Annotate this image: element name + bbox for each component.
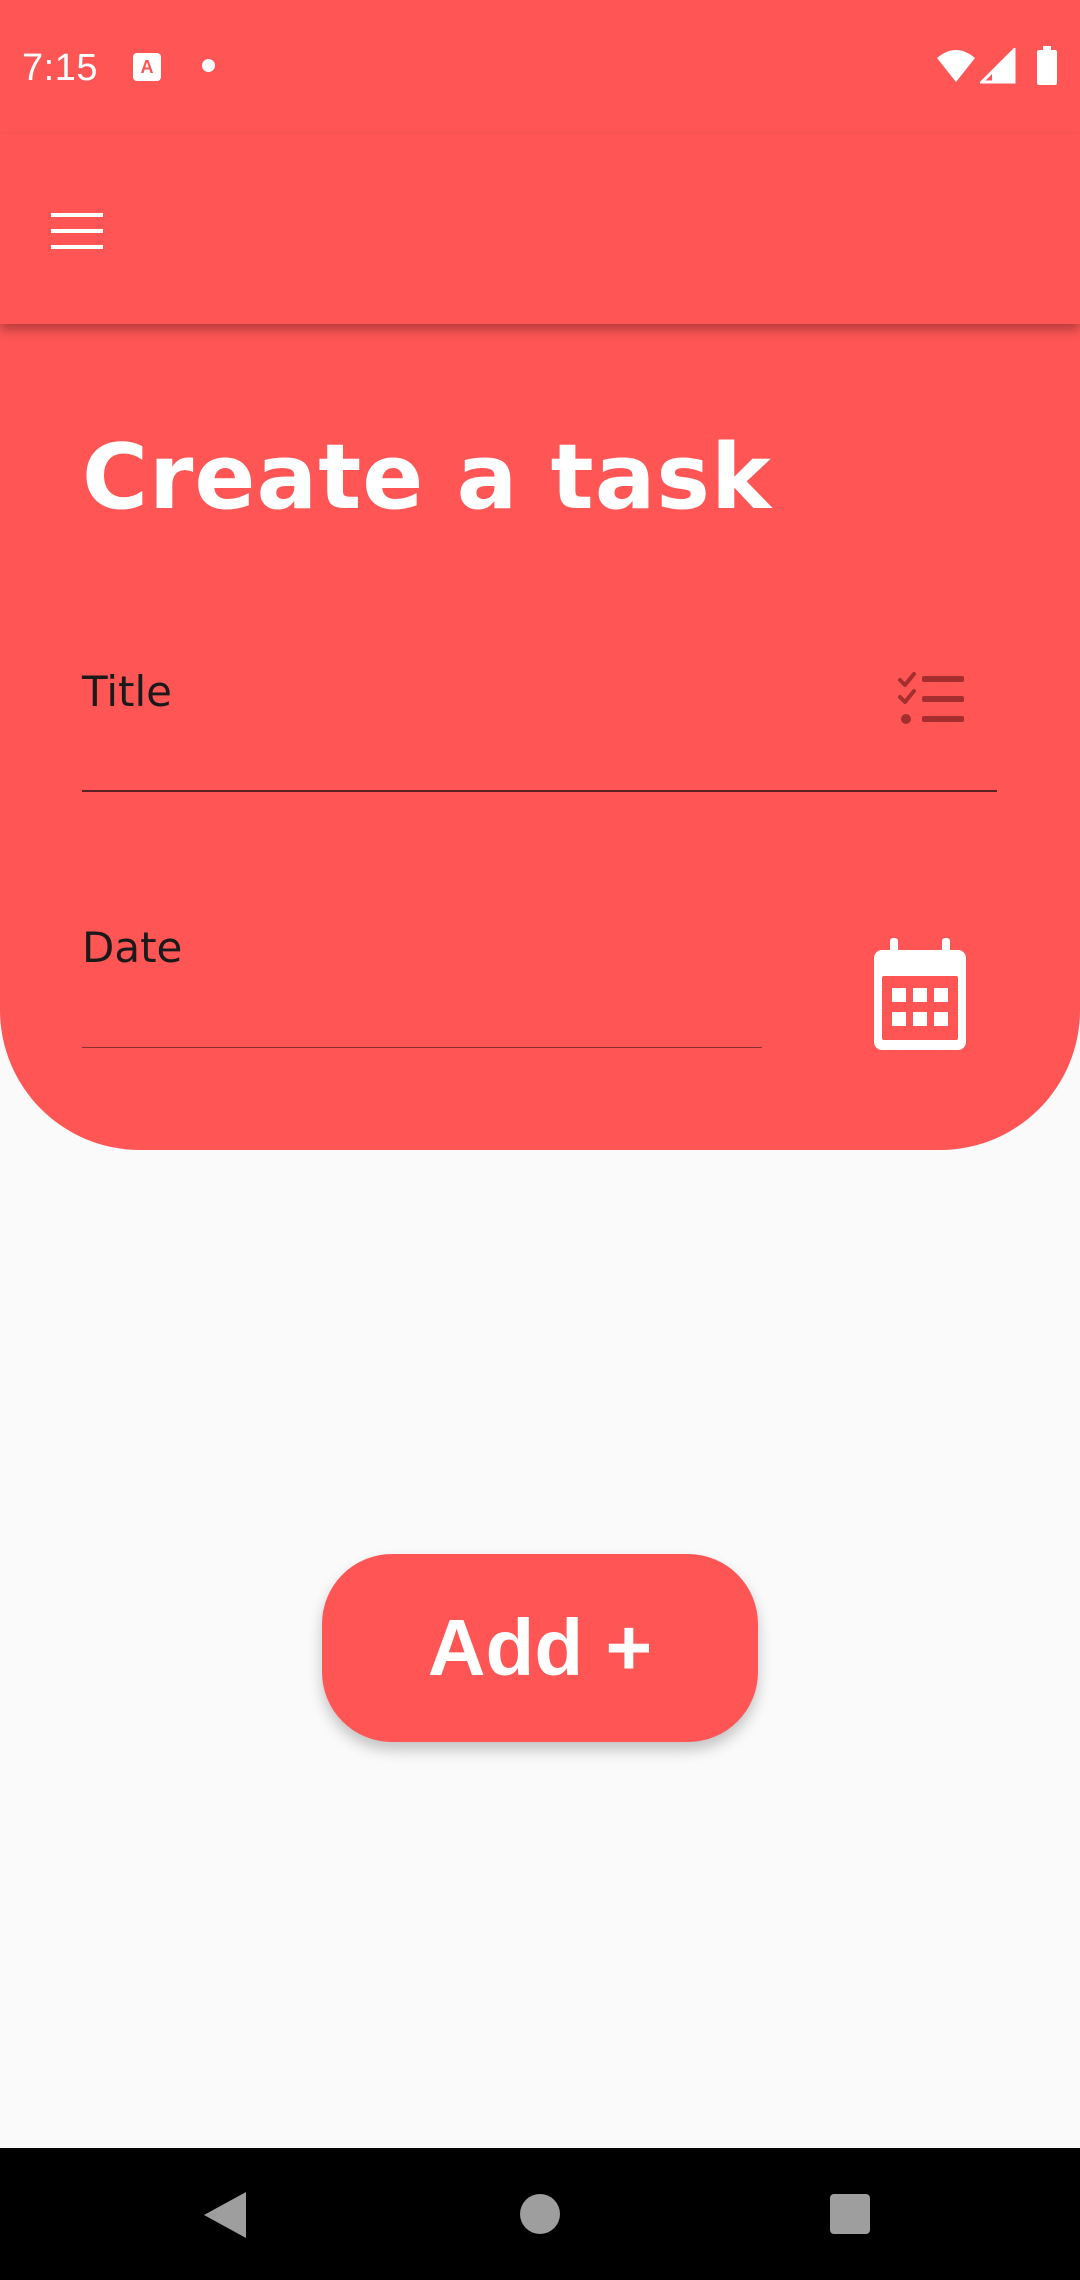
svg-text:A: A (141, 57, 154, 77)
wifi-icon (937, 50, 975, 82)
status-bar: 7:15 A (0, 0, 1080, 134)
app-bar (0, 134, 1080, 324)
back-icon[interactable] (202, 2190, 248, 2240)
page-title: Create a task (82, 425, 772, 530)
status-time: 7:15 (22, 47, 98, 89)
dot-icon (202, 59, 215, 72)
hamburger-menu-icon (51, 213, 103, 249)
battery-icon (1037, 46, 1057, 85)
calendar-button[interactable] (870, 936, 970, 1052)
date-field[interactable]: Date (82, 920, 762, 1048)
add-task-button[interactable]: Add + (322, 1554, 758, 1742)
calendar-icon (874, 938, 966, 1050)
cell-signal-icon (980, 48, 1016, 84)
menu-button[interactable] (40, 194, 114, 268)
title-field[interactable]: Title (82, 664, 997, 792)
navigation-bar (0, 2148, 1080, 2280)
home-icon[interactable] (520, 2194, 560, 2234)
title-input[interactable] (82, 664, 997, 790)
date-input[interactable] (82, 920, 762, 1047)
checklist-icon (898, 672, 964, 724)
recents-icon[interactable] (830, 2194, 870, 2234)
app-screen: 7:15 A Create a task Title Date Add + (0, 0, 1080, 2280)
notification-a-icon: A (133, 53, 161, 81)
